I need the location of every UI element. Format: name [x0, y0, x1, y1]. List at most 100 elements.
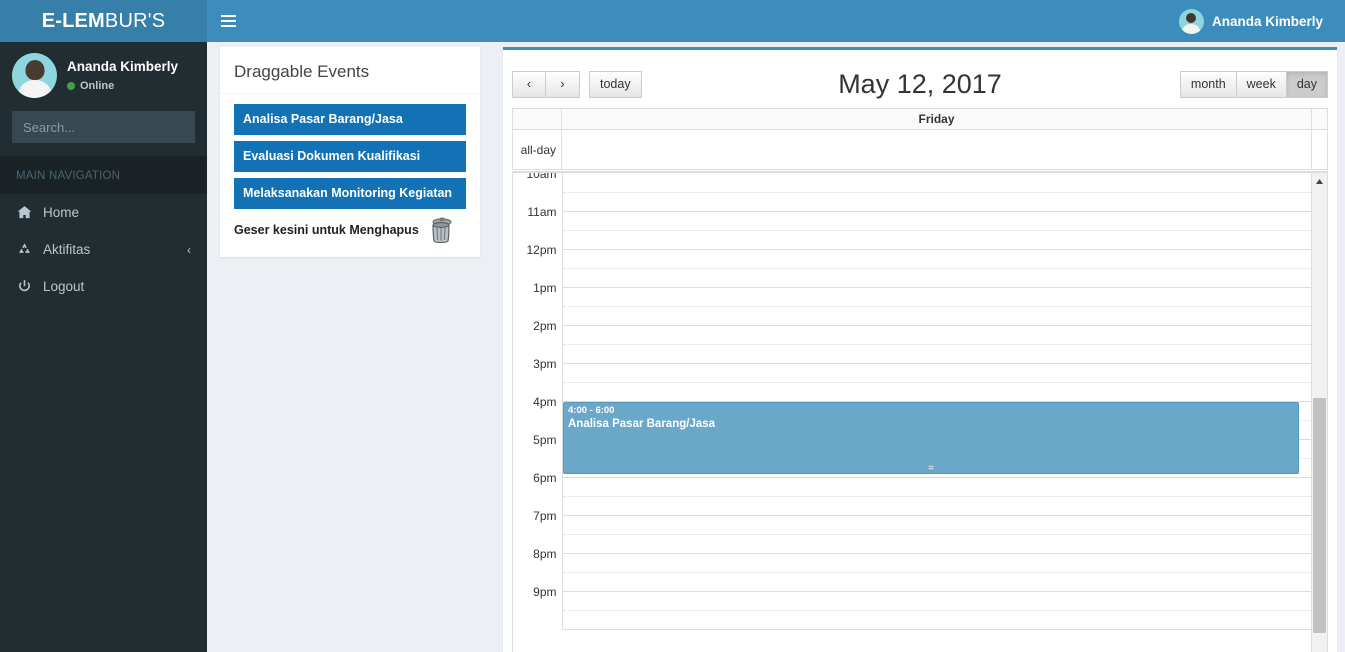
calendar-slot-label-half — [513, 414, 563, 433]
prev-button[interactable]: ‹ — [512, 70, 546, 98]
recycle-icon — [16, 242, 32, 257]
calendar-slot-row-half[interactable] — [513, 262, 1311, 288]
trash-icon — [427, 215, 455, 245]
sidebar-item-home[interactable]: Home — [0, 194, 207, 231]
app-root: E-LEMBUR'S Ananda Kimberly Ananda Kimber… — [0, 0, 1345, 652]
calendar-slot-label-half — [513, 528, 563, 547]
calendar-slot-row[interactable]: 6pm — [513, 471, 1311, 497]
avatar — [12, 53, 57, 98]
view-button-day[interactable]: day — [1286, 70, 1328, 98]
calendar-slot-row-half[interactable] — [513, 566, 1311, 592]
calendar-slot-row[interactable]: 3pm — [513, 357, 1311, 383]
calendar-slot-cell[interactable] — [562, 610, 1311, 630]
allday-cell[interactable] — [562, 130, 1311, 169]
calendar-slot-row[interactable]: 1pm — [513, 281, 1311, 307]
calendar-slot-cell[interactable] — [562, 572, 1311, 592]
calendar-slot-cell[interactable] — [562, 230, 1311, 250]
calendar-slot-label-half — [513, 452, 563, 471]
calendar-slot-label: 11am — [513, 205, 563, 224]
calendar-slot-label: 3pm — [513, 357, 563, 376]
calendar-slot-row[interactable]: 8pm — [513, 547, 1311, 573]
draggable-event-item[interactable]: Analisa Pasar Barang/Jasa — [234, 104, 466, 135]
draggable-events-panel: Draggable Events Analisa Pasar Barang/Ja… — [220, 47, 480, 257]
calendar-grid: Friday all-day 10am 11am 12pm 1pm 2pm 3pm 4pm 5… — [512, 108, 1328, 652]
today-button-group: today — [589, 70, 642, 98]
sidebar-search — [0, 111, 223, 143]
calendar-slot-cell[interactable] — [562, 591, 1311, 611]
calendar-slot-cell[interactable] — [562, 363, 1311, 383]
calendar-scrollbar[interactable] — [1311, 173, 1327, 652]
sidebar-item-logout[interactable]: Logout — [0, 268, 207, 305]
calendar-slot-row[interactable]: 7pm — [513, 509, 1311, 535]
calendar-slot-label-half — [513, 338, 563, 357]
brand-logo-text: E-LEMBUR'S — [42, 10, 166, 33]
calendar-slot-label-half — [513, 490, 563, 509]
calendar-slot-row-half[interactable] — [513, 528, 1311, 554]
sidebar-item-aktifitas[interactable]: Aktifitas ‹ — [0, 231, 207, 268]
online-status-dot — [67, 81, 75, 90]
calendar-slot-cell[interactable] — [562, 496, 1311, 516]
calendar-slot-cell[interactable] — [562, 287, 1311, 307]
calendar-slot-row[interactable]: 2pm — [513, 319, 1311, 345]
power-icon — [16, 279, 32, 294]
calendar-slot-label-half — [513, 262, 563, 281]
calendar-slot-row-half[interactable] — [513, 224, 1311, 250]
navbar-user-menu[interactable]: Ananda Kimberly — [1178, 0, 1345, 42]
calendar-slot-label-half — [513, 566, 563, 585]
calendar-slot-cell[interactable] — [562, 192, 1311, 212]
sidebar-nav-header: MAIN NAVIGATION — [0, 156, 207, 194]
calendar-slot-row[interactable]: 12pm — [513, 243, 1311, 269]
calendar-slot-row-half[interactable] — [513, 186, 1311, 212]
calendar-slot-cell[interactable] — [562, 211, 1311, 231]
calendar-slot-label: 1pm — [513, 281, 563, 300]
calendar-slot-row-half[interactable] — [513, 338, 1311, 364]
avatar — [1178, 8, 1204, 34]
calendar-slot-row[interactable]: 9pm — [513, 585, 1311, 611]
calendar-slot-row-half[interactable] — [513, 490, 1311, 516]
calendar-slot-cell[interactable] — [562, 249, 1311, 269]
calendar-slot-label-half — [513, 186, 563, 205]
home-icon — [16, 205, 32, 220]
calendar-slot-row[interactable]: 11am — [513, 205, 1311, 231]
sidebar-user-name: Ananda Kimberly — [67, 59, 179, 75]
view-button-week[interactable]: week — [1236, 70, 1287, 98]
calendar-day-header[interactable]: Friday — [562, 109, 1311, 129]
today-button[interactable]: today — [589, 70, 642, 98]
calendar-slot-cell[interactable] — [562, 515, 1311, 535]
view-button-month[interactable]: month — [1179, 70, 1237, 98]
draggable-event-item[interactable]: Evaluasi Dokumen Kualifikasi — [234, 140, 466, 172]
scrollbar-thumb[interactable] — [1313, 398, 1326, 633]
calendar-slot-row-half[interactable] — [513, 604, 1311, 630]
calendar-panel: ‹ › today May 12, 2017 month week day Fr… — [503, 47, 1337, 652]
calendar-slot-cell[interactable] — [562, 306, 1311, 326]
calendar-slot-cell[interactable] — [562, 173, 1311, 193]
calendar-slot-cell[interactable] — [562, 268, 1311, 288]
calendar-slot-cell[interactable] — [562, 325, 1311, 345]
calendar-day-header-row: Friday — [512, 108, 1328, 130]
sidebar-item-label: Aktifitas — [43, 242, 91, 257]
calendar-slot-row[interactable]: 10am — [513, 173, 1311, 193]
sidebar-item-label: Home — [43, 205, 80, 220]
trash-drop-zone[interactable]: Geser kesini untuk Menghapus — [234, 215, 466, 245]
calendar-slot-row-half[interactable] — [513, 300, 1311, 326]
calendar-slot-row-half[interactable] — [513, 376, 1311, 402]
sidebar-user-status: Online — [67, 79, 178, 93]
calendar-toolbar: ‹ › today May 12, 2017 month week day — [512, 60, 1328, 108]
trash-drop-label: Geser kesini untuk Menghapus — [234, 222, 419, 237]
calendar-slot-cell[interactable] — [562, 534, 1311, 554]
calendar-slot-cell[interactable] — [562, 553, 1311, 573]
event-resize-handle[interactable]: = — [564, 464, 1298, 474]
hamburger-icon[interactable] — [207, 0, 249, 42]
calendar-slot-cell[interactable] — [562, 477, 1311, 497]
calendar-event[interactable]: 4:00 - 6:00 Analisa Pasar Barang/Jasa = — [563, 402, 1299, 474]
search-input[interactable] — [13, 119, 209, 135]
next-button[interactable]: › — [546, 70, 580, 98]
calendar-slot-cell[interactable] — [562, 382, 1311, 402]
scroll-up-arrow-icon[interactable] — [1312, 173, 1327, 189]
header-gutter — [513, 109, 562, 129]
calendar-slot-label: 12pm — [513, 243, 563, 262]
brand-logo[interactable]: E-LEMBUR'S — [0, 0, 207, 42]
sidebar-user-panel[interactable]: Ananda Kimberly Online — [0, 42, 207, 109]
draggable-event-item[interactable]: Melaksanakan Monitoring Kegiatan — [234, 177, 466, 209]
calendar-slot-cell[interactable] — [562, 344, 1311, 364]
